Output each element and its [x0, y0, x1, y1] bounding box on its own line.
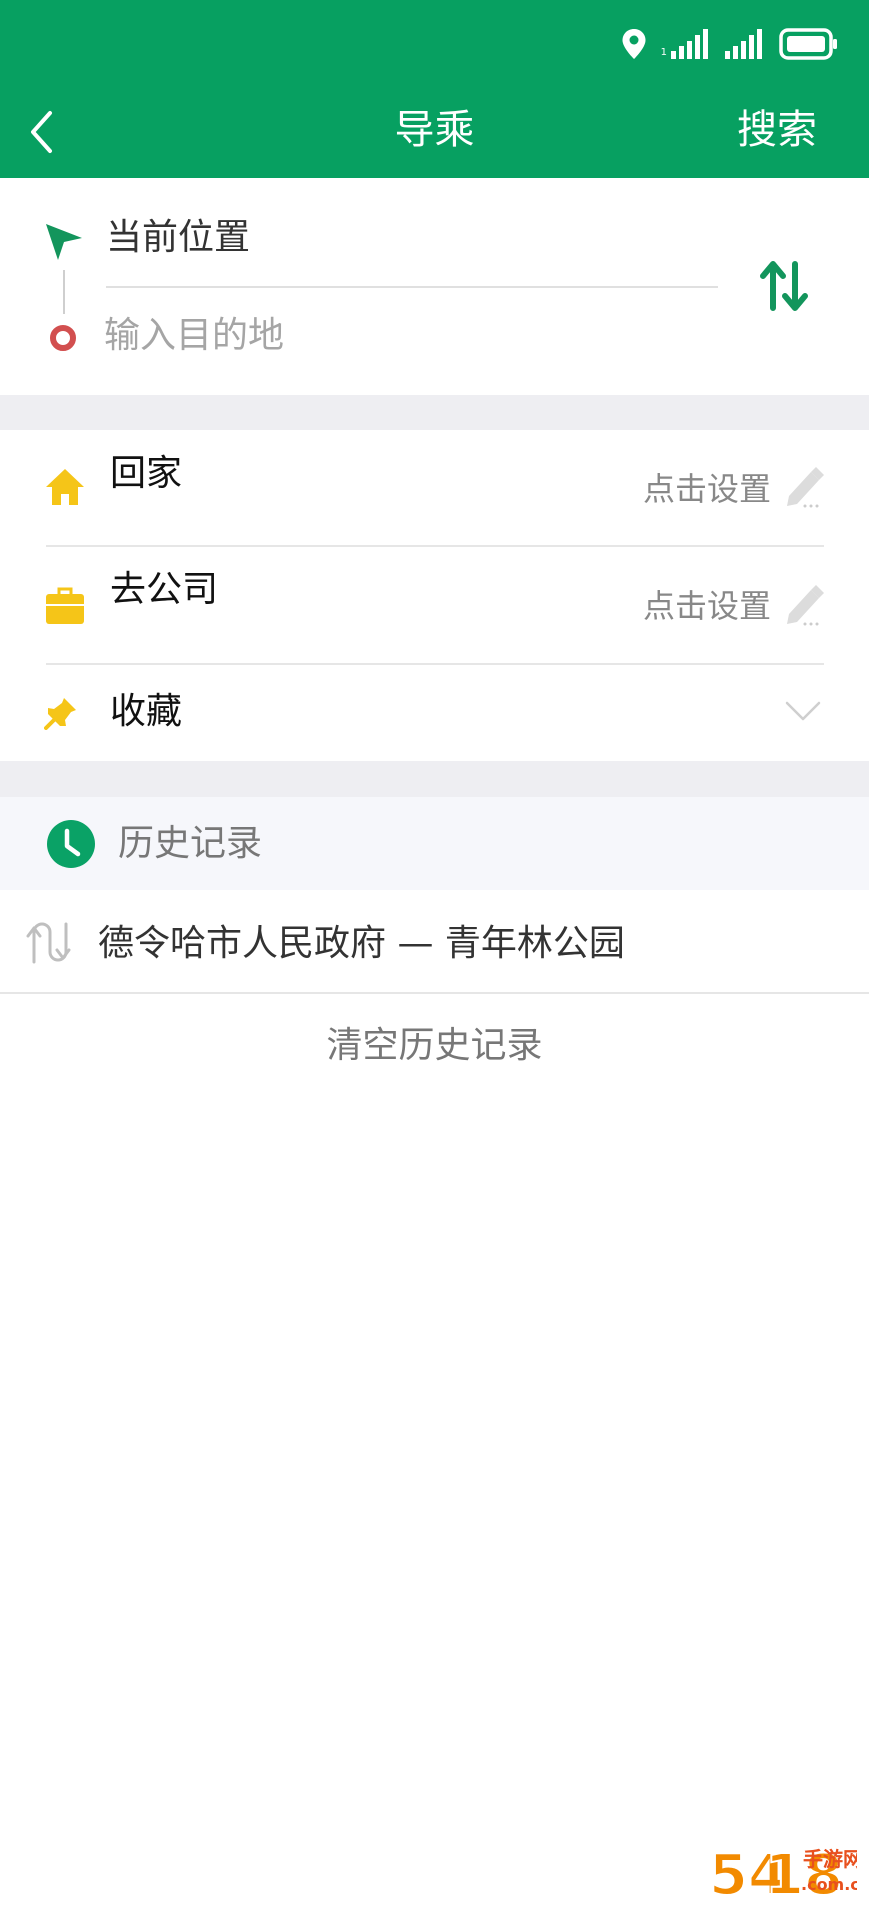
chevron-down-icon[interactable]: [785, 700, 821, 722]
swap-vertical-icon: [760, 261, 808, 311]
divider: [0, 992, 869, 994]
app-header: 1 导乘 搜索: [0, 0, 869, 178]
watermark-logo: 54 18 手游网 .com.cn: [707, 1838, 869, 1910]
set-home-button[interactable]: 点击设置: [643, 464, 771, 514]
origin-field[interactable]: 当前位置: [106, 210, 250, 266]
search-button[interactable]: 搜索: [737, 100, 817, 160]
pencil-icon[interactable]: [781, 582, 825, 626]
history-title: 历史记录: [118, 823, 263, 864]
network-label: 1: [660, 47, 667, 58]
battery-icon: [779, 28, 837, 60]
clock-icon: [47, 820, 95, 868]
home-icon: [46, 469, 84, 505]
destination-input[interactable]: [104, 306, 714, 364]
set-company-button[interactable]: 点击设置: [643, 581, 771, 631]
pin-icon: [44, 698, 76, 730]
shortcut-label: 去公司: [110, 569, 219, 610]
signal-icon: [725, 29, 762, 59]
shortcut-label: 回家: [110, 453, 183, 494]
shortcut-label: 收藏: [110, 691, 183, 732]
status-bar: 1: [621, 22, 839, 66]
destination-ring-icon: [50, 325, 76, 351]
history-item-text: 德令哈市人民政府 — 青年林公园: [98, 923, 625, 964]
navigation-arrow-icon: [46, 224, 82, 260]
location-icon: [622, 29, 646, 59]
section-gap: [0, 395, 869, 430]
pencil-icon[interactable]: [781, 464, 825, 508]
watermark-domain: .com.cn: [801, 1875, 857, 1894]
briefcase-icon: [46, 587, 84, 624]
watermark-name: 手游网: [803, 1847, 857, 1871]
route-divider: [106, 286, 718, 288]
route-icon: [26, 922, 71, 964]
swap-button[interactable]: [758, 258, 810, 314]
route-connector: [63, 270, 65, 314]
clear-history-button[interactable]: 清空历史记录: [0, 1018, 869, 1074]
section-gap: [0, 761, 869, 797]
signal-icon: [671, 29, 708, 59]
